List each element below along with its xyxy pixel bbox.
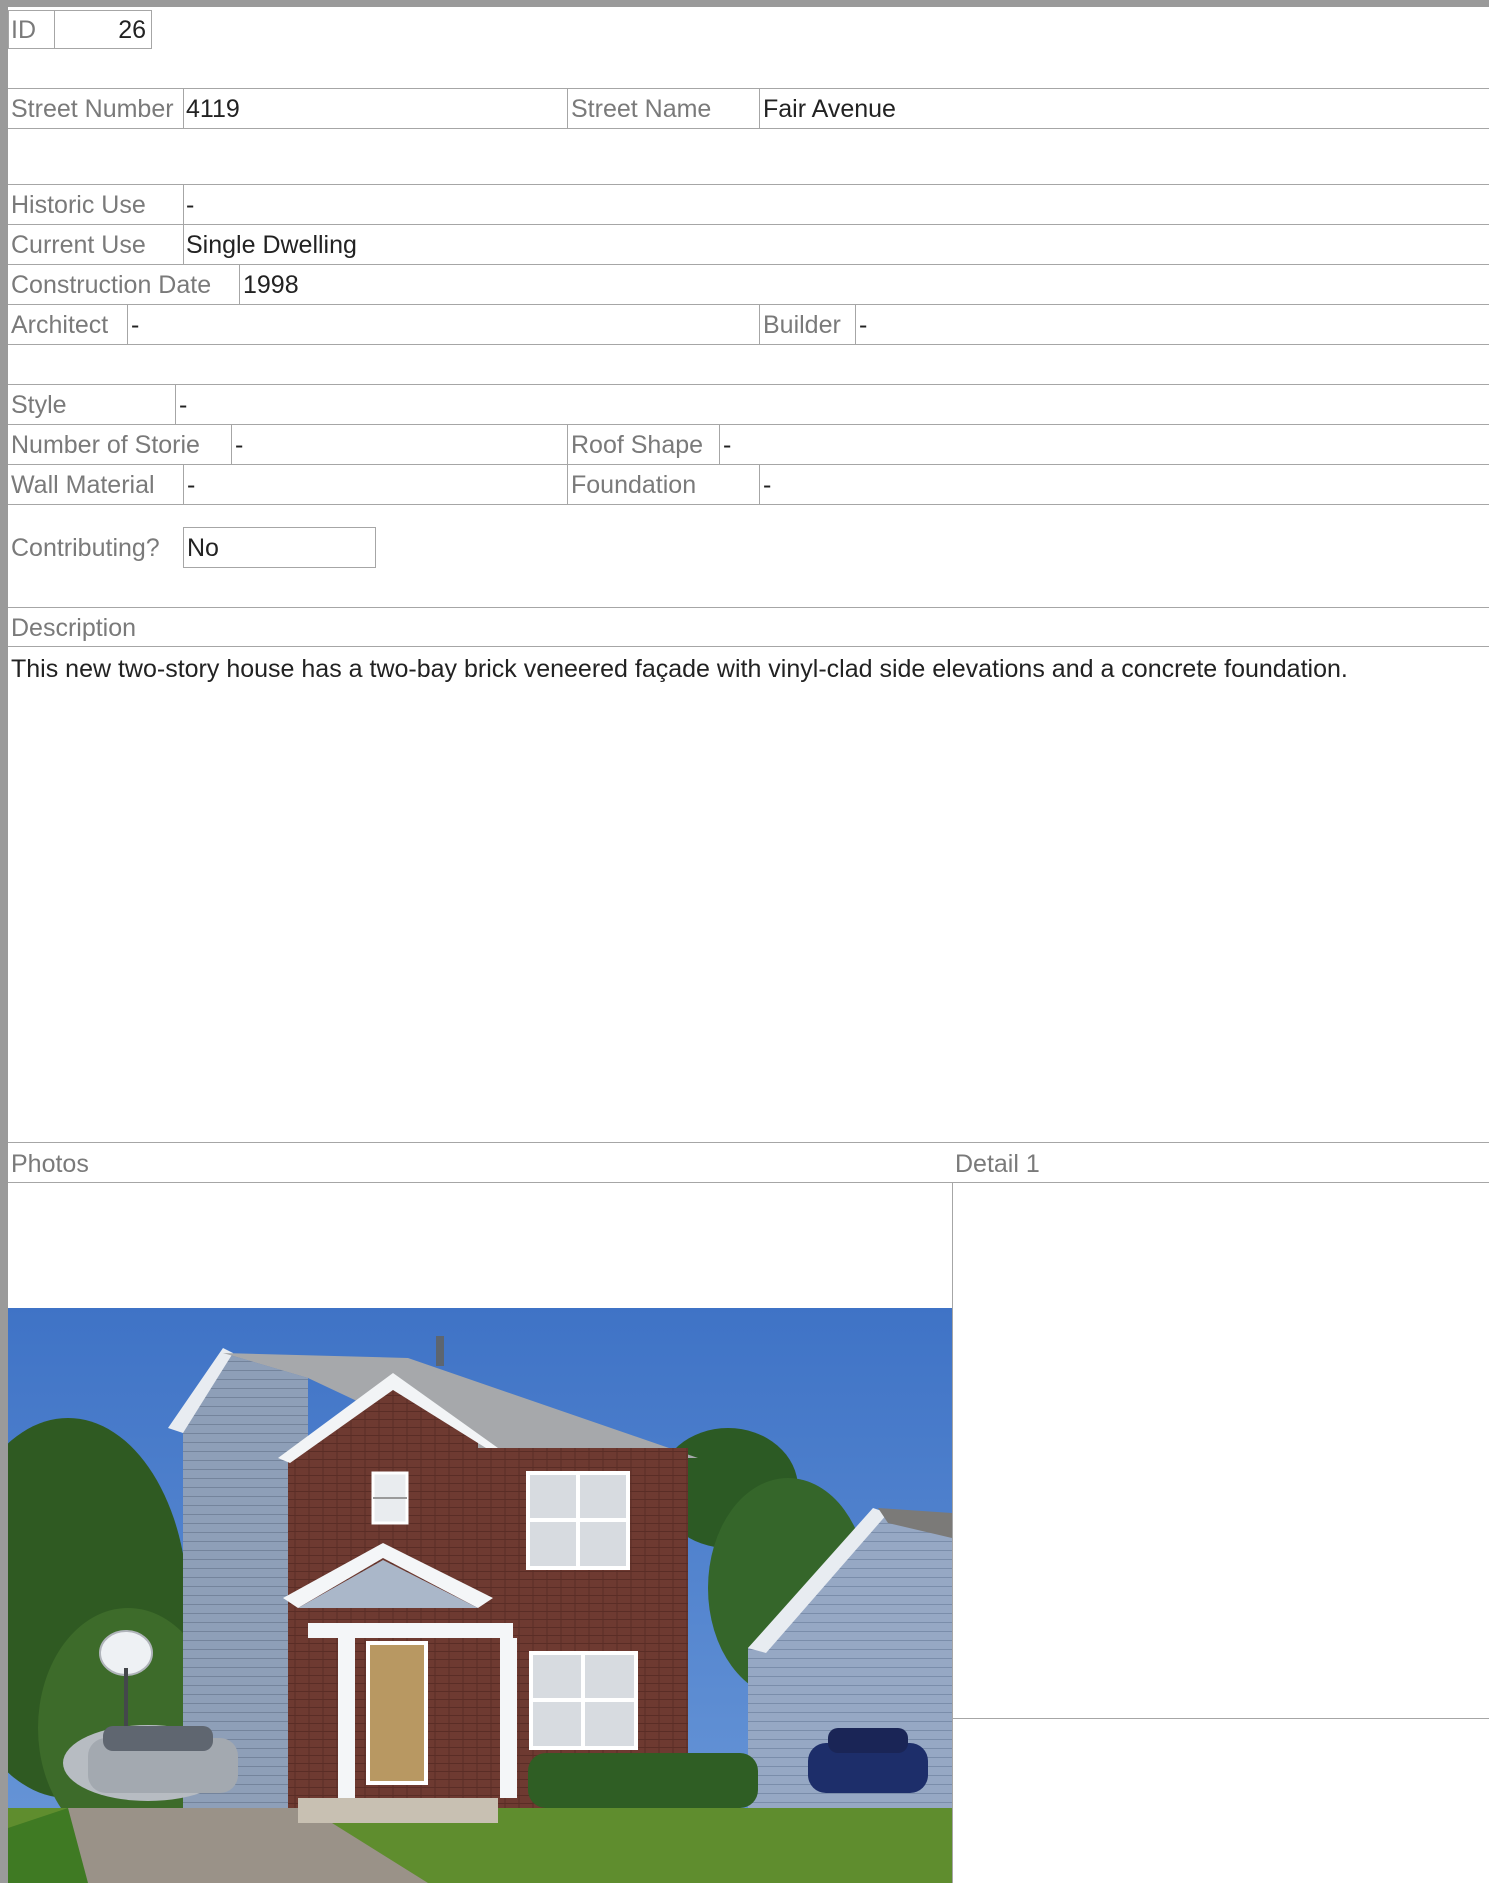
description-label: Description	[11, 614, 137, 642]
divider	[8, 1182, 1489, 1183]
construction-date-value[interactable]: 1998	[243, 270, 299, 300]
wall-material-label: Wall Material	[11, 471, 155, 499]
style-label: Style	[11, 391, 67, 419]
frame-top-border	[0, 0, 1489, 7]
divider	[719, 425, 720, 464]
frame-left-border	[0, 0, 8, 1883]
roof-shape-label: Roof Shape	[571, 431, 704, 459]
street-number-value[interactable]: 4119	[186, 94, 240, 124]
wall-material-value[interactable]: -	[187, 470, 195, 500]
historic-use-value[interactable]: -	[186, 190, 194, 220]
current-use-label: Current Use	[11, 231, 146, 259]
divider	[183, 465, 184, 504]
detail-1-label: Detail 1	[955, 1150, 1040, 1178]
divider	[759, 89, 760, 128]
street-name-value[interactable]: Fair Avenue	[763, 94, 896, 124]
divider	[8, 1142, 1489, 1143]
detail-panel-divider	[953, 1718, 1489, 1719]
current-use-value[interactable]: Single Dwelling	[186, 230, 357, 260]
contributing-label: Contributing?	[11, 534, 160, 562]
divider	[231, 425, 232, 464]
divider	[239, 265, 240, 304]
roof-shape-value[interactable]: -	[723, 430, 731, 460]
house-photo[interactable]	[8, 1308, 952, 1883]
builder-value[interactable]: -	[859, 310, 867, 340]
stories-label: Number of Storie	[11, 431, 200, 459]
foundation-value[interactable]: -	[763, 470, 771, 500]
builder-label: Builder	[763, 311, 841, 339]
divider	[8, 224, 1489, 225]
divider	[759, 305, 760, 344]
divider	[8, 607, 1489, 608]
id-divider	[54, 11, 55, 48]
historic-use-label: Historic Use	[11, 191, 146, 219]
architect-value[interactable]: -	[131, 310, 139, 340]
divider	[8, 384, 1489, 385]
divider	[8, 304, 1489, 305]
description-text[interactable]: This new two-story house has a two-bay b…	[11, 654, 1481, 684]
divider	[183, 89, 184, 128]
divider	[8, 464, 1489, 465]
id-label: ID	[11, 16, 36, 44]
stories-value[interactable]: -	[235, 430, 243, 460]
divider	[8, 504, 1489, 505]
style-value[interactable]: -	[179, 390, 187, 420]
id-value[interactable]: 26	[60, 15, 146, 45]
divider	[8, 88, 1489, 89]
divider	[855, 305, 856, 344]
architect-label: Architect	[11, 311, 109, 339]
photos-label: Photos	[11, 1150, 89, 1178]
foundation-label: Foundation	[571, 471, 697, 499]
construction-date-label: Construction Date	[11, 271, 212, 299]
street-number-label: Street Number	[11, 95, 174, 123]
divider	[127, 305, 128, 344]
divider	[759, 465, 760, 504]
divider	[8, 184, 1489, 185]
divider	[8, 344, 1489, 345]
divider	[8, 264, 1489, 265]
divider	[175, 385, 176, 424]
contributing-value: No	[187, 534, 219, 562]
divider	[8, 646, 1489, 647]
photo-panel-divider	[952, 1183, 953, 1883]
divider	[8, 128, 1489, 129]
street-name-label: Street Name	[571, 95, 712, 123]
divider	[567, 89, 568, 128]
